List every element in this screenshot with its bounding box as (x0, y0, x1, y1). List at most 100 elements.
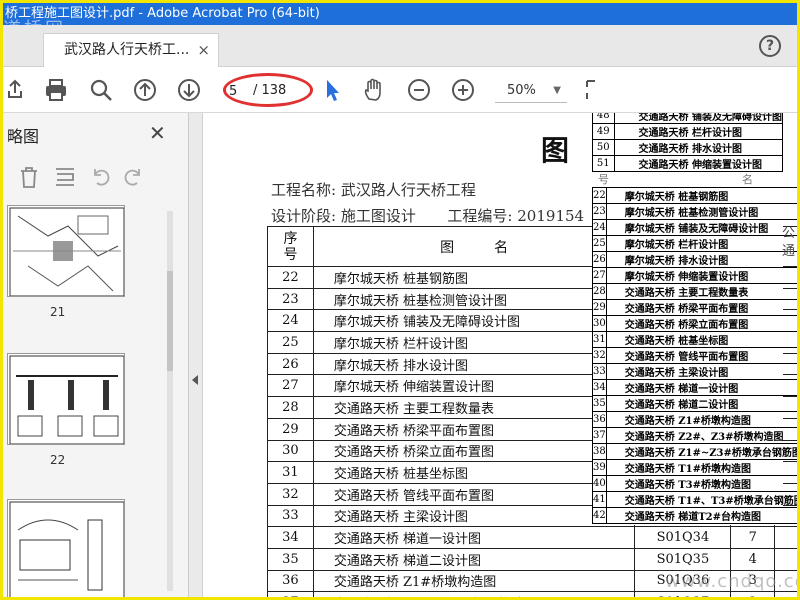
overlay-row: 28 交通路天桥 主要工程数量表 (592, 283, 797, 300)
annotation-oval (223, 73, 313, 107)
stage-label: 设计阶段: (271, 207, 337, 225)
overlay-table-bottom: 22 摩尔城天桥 桩基钢筋图 23 摩尔城天桥 桩基检测管设计图 24 摩尔城天桥 铺装及… (592, 187, 797, 524)
page-thumbnail-23[interactable] (7, 499, 125, 597)
zoom-level-select[interactable]: 50% ▼ (495, 79, 567, 103)
overlay-name: 交通路天桥 铺装及无障碍设计图 (613, 113, 784, 124)
overlay-name: 交通路天桥 桥梁立面布置图 (605, 315, 797, 332)
table-cell: 7 (730, 526, 776, 549)
thumbnails-panel: 略图 ✕ 21 22 (3, 113, 189, 597)
page-title: 图 (541, 134, 570, 167)
fit-page-icon[interactable] (583, 77, 609, 103)
upload-icon[interactable] (3, 77, 29, 103)
thumbnail-scrollbar[interactable] (167, 211, 173, 591)
insert-page-icon[interactable] (53, 165, 77, 189)
table-cell: 30 (267, 439, 314, 463)
collapse-panel-bar[interactable] (189, 113, 203, 597)
overlay-name: 摩尔城天桥 桩基钢筋图 (605, 187, 797, 204)
table-cell: S01Q37 (634, 591, 732, 597)
print-icon[interactable] (43, 77, 69, 103)
trash-icon[interactable] (17, 165, 41, 189)
overlay-no: 26 (592, 251, 607, 268)
table-row: 34 交通路天桥 梯道一设计图 S01Q34 7 (267, 526, 797, 549)
overlay-row: 51 交通路天桥 伸缩装置设计图 (592, 155, 784, 172)
table-row: 37交通路天桥 Z2#、Z3#桥墩构造图S01Q373 (267, 591, 797, 597)
table-cell: S01Q35 (634, 547, 732, 571)
overlay-row: 35 交通路天桥 梯道二设计图 (592, 395, 797, 412)
thumbnail-drawing-image (9, 355, 124, 444)
hand-tool-icon[interactable] (361, 77, 387, 103)
overlay-row: 29 交通路天桥 桥梁平面布置图 (592, 299, 797, 316)
overlay-drawing-list: 44交通路天桥 梯道T4#台构造图45交通路天桥 梯道T4#台钢筋图46交通路天… (592, 113, 797, 525)
table-cell: 交通路天桥 管线平面布置图 (312, 482, 636, 506)
previous-page-icon[interactable] (132, 77, 158, 103)
page-thumbnail-22[interactable] (7, 353, 125, 445)
overlay-no: 38 (592, 443, 607, 460)
thumbnail-label: 22 (50, 453, 66, 467)
overlay-no: 48 (592, 113, 615, 124)
overlay-no: 41 (592, 491, 607, 508)
overlay-no: 28 (592, 283, 607, 300)
table-cell: 交通路天桥 Z1#桥墩构造图 (312, 569, 636, 593)
overlay-no: 34 (592, 379, 607, 396)
table-cell: 36 (267, 569, 314, 593)
side-column-header: 公 通 (782, 226, 796, 259)
overlay-no: 30 (592, 315, 607, 332)
overlay-no: 39 (592, 459, 607, 476)
redo-icon[interactable] (121, 165, 145, 189)
overlay-row: 30 交通路天桥 桥梁立面布置图 (592, 315, 797, 332)
table-cell (774, 591, 797, 597)
project-name-line: 工程名称: 武汉路人行天桥工程 (271, 179, 476, 200)
overlay-row: 37 交通路天桥 Z2#、Z3#桥墩构造图 (592, 427, 797, 444)
overlay-table-top: 44交通路天桥 梯道T4#台构造图45交通路天桥 梯道T4#台钢筋图46交通路天… (592, 113, 784, 172)
overlay-header: 号 名 (592, 171, 783, 187)
table-cell: 交通路天桥 梯道二设计图 (312, 547, 636, 571)
thumbnail-drawing-image (9, 501, 124, 597)
table-cell: 摩尔城天桥 伸缩装置设计图 (312, 374, 636, 398)
scrollbar-thumb[interactable] (167, 271, 173, 371)
overlay-header-name: 名 (742, 173, 753, 186)
stage-line: 设计阶段: 施工图设计 工程编号: 2019154 (271, 205, 584, 226)
overlay-name: 交通路天桥 梯道一设计图 (605, 379, 797, 396)
table-cell: 27 (267, 374, 314, 398)
overlay-row: 50 交通路天桥 排水设计图 (592, 139, 784, 156)
table-cell: 37 (267, 591, 314, 597)
overlay-no: 27 (592, 267, 607, 284)
select-tool-icon[interactable] (319, 77, 345, 103)
next-page-icon[interactable] (176, 77, 202, 103)
header-name: 图名 (312, 226, 636, 267)
table-row: 35 交通路天桥 梯道二设计图 S01Q35 4 (267, 547, 797, 571)
table-cell: 交通路天桥 主要工程数量表 (312, 396, 636, 419)
close-tab-icon[interactable]: × (197, 34, 210, 66)
overlay-row: 31 交通路天桥 桩基坐标图 (592, 331, 797, 348)
project-label: 工程名称: (271, 181, 337, 199)
number-value: 2019154 (517, 207, 585, 225)
panel-title: 略图 (7, 127, 40, 146)
overlay-no: 22 (592, 187, 607, 204)
table-cell: 交通路天桥 桩基坐标图 (312, 461, 636, 484)
overlay-row: 38 交通路天桥 Z1#~Z3#桥墩承台钢筋图 (592, 443, 797, 460)
overlay-name: 摩尔城天桥 铺装及无障碍设计图 (605, 219, 797, 236)
collapse-arrow-icon[interactable] (192, 375, 198, 385)
overlay-name: 交通路天桥 桥梁平面布置图 (605, 299, 797, 316)
zoom-search-icon[interactable] (88, 77, 114, 103)
thumbnail-drawing-image (9, 207, 124, 296)
thumbnail-tools (17, 165, 157, 189)
close-panel-icon[interactable]: ✕ (149, 121, 166, 145)
zoom-in-icon[interactable] (450, 77, 476, 103)
overlay-row: 48 交通路天桥 铺装及无障碍设计图 (592, 113, 784, 124)
table-cell: 交通路天桥 Z2#、Z3#桥墩构造图 (312, 591, 636, 597)
help-icon[interactable]: ? (759, 35, 781, 57)
number-label: 工程编号: (447, 207, 513, 225)
undo-icon[interactable] (89, 165, 113, 189)
zoom-out-icon[interactable] (406, 77, 432, 103)
tab-document[interactable]: 武汉路人行天桥工... × (43, 33, 219, 67)
overlay-name: 交通路天桥 栏杆设计图 (613, 123, 784, 140)
overlay-name: 摩尔城天桥 桩基检测管设计图 (605, 203, 797, 220)
table-cell: 29 (267, 417, 314, 441)
table-cell: 摩尔城天桥 铺装及无障碍设计图 (312, 309, 636, 333)
table-cell: 25 (267, 331, 314, 354)
overlay-row: 24 摩尔城天桥 铺装及无障碍设计图 (592, 219, 797, 236)
page-thumbnail-21[interactable] (7, 205, 125, 297)
zoom-level: 50% (507, 83, 536, 98)
overlay-name: 交通路天桥 管线平面布置图 (605, 347, 797, 364)
